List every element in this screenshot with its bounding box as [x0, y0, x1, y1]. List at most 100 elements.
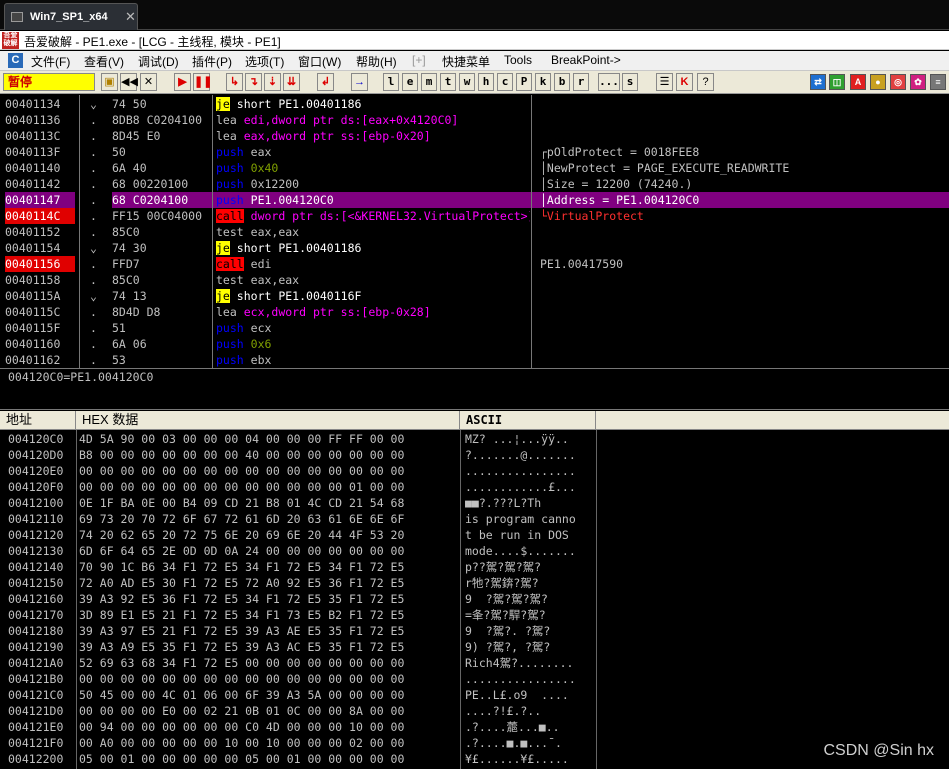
plugin-a-icon[interactable]: A — [850, 74, 866, 90]
instruction-address[interactable]: 0040115A — [5, 288, 75, 304]
dump-hex-bytes[interactable]: 39 A3 97 E5 21 F1 72 E5 39 A3 AE E5 35 F… — [79, 623, 459, 639]
instruction-line[interactable]: push 0x40 — [216, 160, 530, 176]
source-window-button[interactable]: s — [622, 73, 638, 91]
dump-ascii-text[interactable]: MZ? ...¦...ÿÿ.. — [465, 431, 595, 447]
dump-address[interactable]: 00412200 — [8, 751, 76, 767]
step-over-icon[interactable]: ↴ — [245, 73, 262, 91]
dump-hex-bytes[interactable]: 00 00 00 00 00 00 00 00 00 00 00 00 00 0… — [79, 463, 459, 479]
instruction-line[interactable]: push 0x6 — [216, 336, 530, 352]
dump-ascii-text[interactable]: t be run in DOS — [465, 527, 595, 543]
references-window-button[interactable]: r — [573, 73, 589, 91]
pause-icon[interactable]: ❚❚ — [193, 73, 212, 91]
dump-address[interactable]: 00412150 — [8, 575, 76, 591]
run-trace-button[interactable]: ... — [598, 73, 620, 91]
dump-address[interactable]: 00412180 — [8, 623, 76, 639]
menu-plugins[interactable]: 插件(P) — [192, 53, 232, 70]
instruction-address[interactable]: 00401154 — [5, 240, 75, 256]
animate-into-icon[interactable]: ⇣ — [264, 73, 281, 91]
instruction-line[interactable]: je short PE1.00401186 — [216, 96, 530, 112]
dump-hex-bytes[interactable]: 74 20 62 65 20 72 75 6E 20 69 6E 20 44 4… — [79, 527, 459, 543]
dump-hex-bytes[interactable]: 70 90 1C B6 34 F1 72 E5 34 F1 72 E5 34 F… — [79, 559, 459, 575]
breakpoints-window-button[interactable]: b — [554, 73, 570, 91]
instruction-line[interactable]: push eax — [216, 144, 530, 160]
dump-ascii-text[interactable]: p??駕?駕?駕? — [465, 559, 595, 575]
list-icon[interactable]: ☰ — [656, 73, 673, 91]
handles-window-button[interactable]: h — [478, 73, 494, 91]
dump-ascii-text[interactable]: Rich4駕?........ — [465, 655, 595, 671]
cpu-window-icon[interactable]: C — [8, 53, 23, 68]
dump-ascii-text[interactable]: 9 ?駕?. ?駕? — [465, 623, 595, 639]
dump-ascii-text[interactable]: .?....蘎...■.. — [465, 719, 595, 735]
menu-breakpoint[interactable]: BreakPoint-> — [551, 53, 621, 67]
animate-over-icon[interactable]: ⇊ — [283, 73, 300, 91]
dump-address[interactable]: 004120F0 — [8, 479, 76, 495]
instruction-line[interactable]: push ebx — [216, 352, 530, 368]
rewind-icon[interactable]: ◀◀ — [120, 73, 138, 91]
dump-ascii-text[interactable]: ................ — [465, 671, 595, 687]
instruction-address[interactable]: 00401147 — [5, 192, 75, 208]
threads-window-button[interactable]: t — [440, 73, 456, 91]
menu-options[interactable]: 选项(T) — [245, 53, 284, 70]
instruction-address[interactable]: 00401158 — [5, 272, 75, 288]
dump-hex-bytes[interactable]: 39 A3 92 E5 36 F1 72 E5 34 F1 72 E5 35 F… — [79, 591, 459, 607]
instruction-address[interactable]: 00401140 — [5, 160, 75, 176]
execute-till-return-icon[interactable]: ↲ — [317, 73, 334, 91]
dump-ascii-text[interactable]: 9 ?駕?駕?駕? — [465, 591, 595, 607]
dump-hex-bytes[interactable]: 6D 6F 64 65 2E 0D 0D 0A 24 00 00 00 00 0… — [79, 543, 459, 559]
dump-header-ascii[interactable]: ASCII — [460, 411, 596, 430]
menu-shortcut[interactable]: 快捷菜单 — [442, 53, 490, 70]
instruction-address[interactable]: 00401136 — [5, 112, 75, 128]
dump-address[interactable]: 00412120 — [8, 527, 76, 543]
instruction-line[interactable]: push PE1.004120C0 — [216, 192, 530, 208]
instruction-address[interactable]: 0040115F — [5, 320, 75, 336]
dump-address[interactable]: 004121D0 — [8, 703, 76, 719]
instruction-line[interactable]: lea eax,dword ptr ss:[ebp-0x20] — [216, 128, 530, 144]
menu-debug[interactable]: 调试(D) — [138, 53, 179, 70]
dump-hex-bytes[interactable]: 00 00 00 00 00 00 00 00 00 00 00 00 00 0… — [79, 671, 459, 687]
dump-hex-bytes[interactable]: 39 A3 A9 E5 35 F1 72 E5 39 A3 AC E5 35 F… — [79, 639, 459, 655]
memory-window-button[interactable]: m — [421, 73, 437, 91]
instruction-address[interactable]: 00401142 — [5, 176, 75, 192]
close-process-icon[interactable]: ✕ — [140, 73, 157, 91]
dump-hex-bytes[interactable]: 69 73 20 70 72 6F 67 72 61 6D 20 63 61 6… — [79, 511, 459, 527]
dump-ascii-text[interactable]: ¥£......¥£..... — [465, 751, 595, 767]
dump-ascii-text[interactable]: 9) ?駕?, ?駕? — [465, 639, 595, 655]
instruction-line[interactable]: je short PE1.0040116F — [216, 288, 530, 304]
refresh-icon[interactable]: ⇄ — [810, 74, 826, 90]
dump-address[interactable]: 00412100 — [8, 495, 76, 511]
instruction-line[interactable]: call dword ptr ds:[<&KERNEL32.VirtualPro… — [216, 208, 530, 224]
dump-hex-bytes[interactable]: 00 00 00 00 E0 00 02 21 0B 01 0C 00 00 8… — [79, 703, 459, 719]
help-icon[interactable]: ? — [697, 73, 714, 91]
goto-icon[interactable]: → — [351, 73, 368, 91]
instruction-line[interactable]: lea edi,dword ptr ds:[eax+0x4120C0] — [216, 112, 530, 128]
instruction-address[interactable]: 0040113C — [5, 128, 75, 144]
dump-hex-bytes[interactable]: 00 00 00 00 00 00 00 00 00 00 00 00 00 0… — [79, 479, 459, 495]
dump-ascii-text[interactable]: .?....■.■...¯. — [465, 735, 595, 751]
run-icon[interactable]: ▶ — [174, 73, 191, 91]
hex-dump-pane[interactable]: 004120C0 004120D0 004120E0 004120F0 00412100… — [0, 430, 949, 769]
dump-address[interactable]: 00412170 — [8, 607, 76, 623]
dump-hex-bytes[interactable]: B8 00 00 00 00 00 00 00 40 00 00 00 00 0… — [79, 447, 459, 463]
patches-window-button[interactable]: P — [516, 73, 532, 91]
dump-hex-bytes[interactable]: 50 45 00 00 4C 01 06 00 6F 39 A3 5A 00 0… — [79, 687, 459, 703]
dump-hex-bytes[interactable]: 52 69 63 68 34 F1 72 E5 00 00 00 00 00 0… — [79, 655, 459, 671]
dump-ascii-text[interactable]: ....?!£.?.. — [465, 703, 595, 719]
close-icon[interactable]: ✕ — [125, 9, 136, 25]
dump-header-hex[interactable]: HEX 数据 — [76, 411, 460, 430]
dump-address[interactable]: 00412190 — [8, 639, 76, 655]
dump-address[interactable]: 00412160 — [8, 591, 76, 607]
instruction-address[interactable]: 0040115C — [5, 304, 75, 320]
menu-help[interactable]: 帮助(H) — [356, 53, 397, 70]
dump-hex-bytes[interactable]: 72 A0 AD E5 30 F1 72 E5 72 A0 92 E5 36 F… — [79, 575, 459, 591]
dump-hex-bytes[interactable]: 00 94 00 00 00 00 00 00 C0 4D 00 00 00 1… — [79, 719, 459, 735]
log-window-button[interactable]: l — [383, 73, 399, 91]
dump-address[interactable]: 00412110 — [8, 511, 76, 527]
dump-ascii-text[interactable]: ?.......@....... — [465, 447, 595, 463]
instruction-line[interactable]: push ecx — [216, 320, 530, 336]
instruction-line[interactable]: push 0x12200 — [216, 176, 530, 192]
instruction-line[interactable]: call edi — [216, 256, 530, 272]
dump-ascii-text[interactable]: ■■?.???L?Th — [465, 495, 595, 511]
modules-window-button[interactable]: e — [402, 73, 418, 91]
dump-address[interactable]: 004120C0 — [8, 431, 76, 447]
instruction-line[interactable]: test eax,eax — [216, 272, 530, 288]
